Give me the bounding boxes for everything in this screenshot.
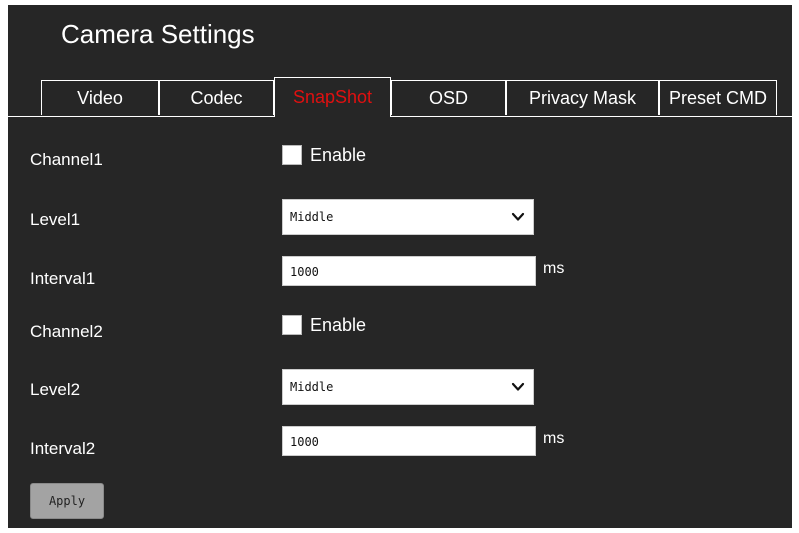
level2-select[interactable]: Middle (282, 369, 534, 405)
interval2-input-value: 1000 (290, 435, 319, 449)
interval1-input-value: 1000 (290, 265, 319, 279)
channel2-enable-checkbox[interactable] (282, 315, 302, 335)
channel1-enable-label: Enable (310, 145, 367, 165)
level1-select[interactable]: Middle (282, 199, 534, 235)
interval1-label: Interval1 (30, 269, 96, 288)
level2-label: Level2 (30, 380, 81, 399)
chevron-down-icon (511, 382, 525, 391)
tab-preset-cmd[interactable]: Preset CMD (659, 80, 777, 115)
apply-button[interactable]: Apply (30, 483, 104, 519)
tab-privacy-mask[interactable]: Privacy Mask (506, 80, 659, 115)
tab-video[interactable]: Video (41, 80, 159, 115)
interval2-unit: ms (543, 430, 565, 447)
camera-settings-panel: Camera Settings Video Codec SnapShot OSD… (8, 5, 792, 528)
tab-snapshot[interactable]: SnapShot (274, 77, 391, 118)
interval2-input[interactable]: 1000 (282, 426, 536, 456)
page-title: Camera Settings (61, 19, 255, 49)
channel2-enable-label: Enable (310, 315, 367, 335)
tab-bar-divider (8, 116, 792, 117)
interval2-label: Interval2 (30, 439, 96, 458)
channel2-label: Channel2 (30, 322, 103, 341)
interval1-unit: ms (543, 260, 565, 277)
level1-label: Level1 (30, 210, 81, 229)
level1-select-value: Middle (290, 210, 334, 224)
interval1-input[interactable]: 1000 (282, 256, 536, 286)
channel1-enable-checkbox[interactable] (282, 145, 302, 165)
chevron-down-icon (511, 212, 525, 221)
level2-select-value: Middle (290, 380, 334, 394)
tab-osd[interactable]: OSD (391, 80, 506, 115)
channel1-label: Channel1 (30, 150, 103, 169)
tab-codec[interactable]: Codec (159, 80, 274, 115)
